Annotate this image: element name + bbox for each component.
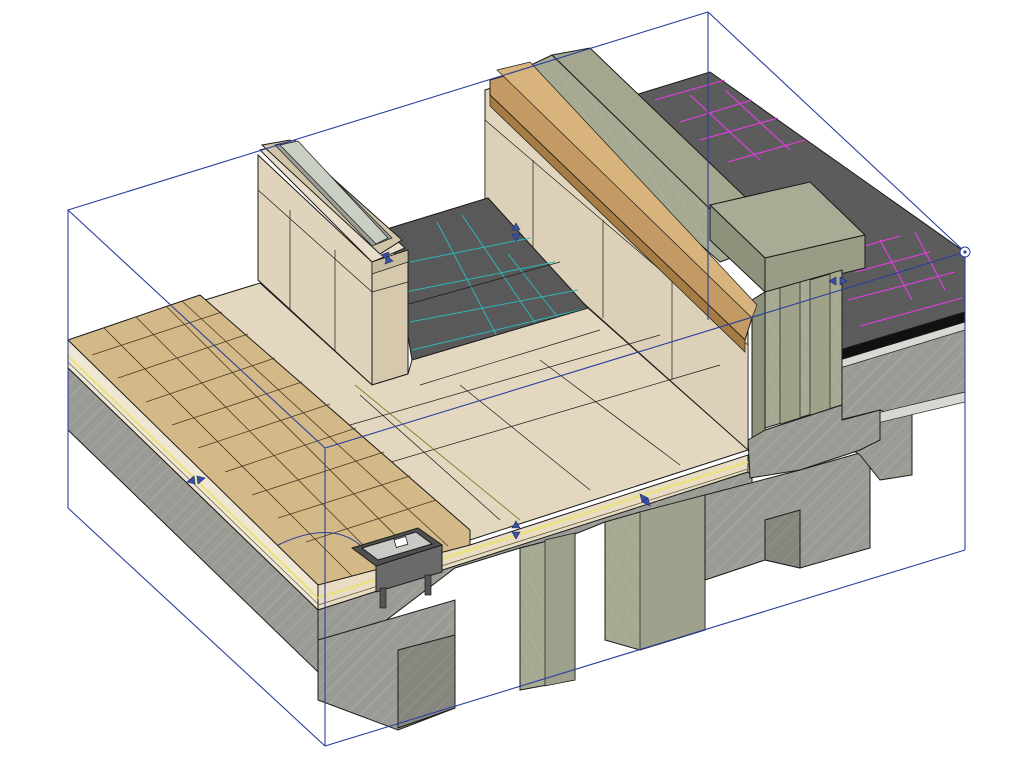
column-mid bbox=[519, 532, 576, 691]
section-box-3d-view bbox=[66, 11, 971, 747]
column-right bbox=[604, 494, 706, 651]
model-viewport[interactable] bbox=[0, 0, 1009, 762]
rotate-handle-icon[interactable] bbox=[959, 246, 971, 258]
